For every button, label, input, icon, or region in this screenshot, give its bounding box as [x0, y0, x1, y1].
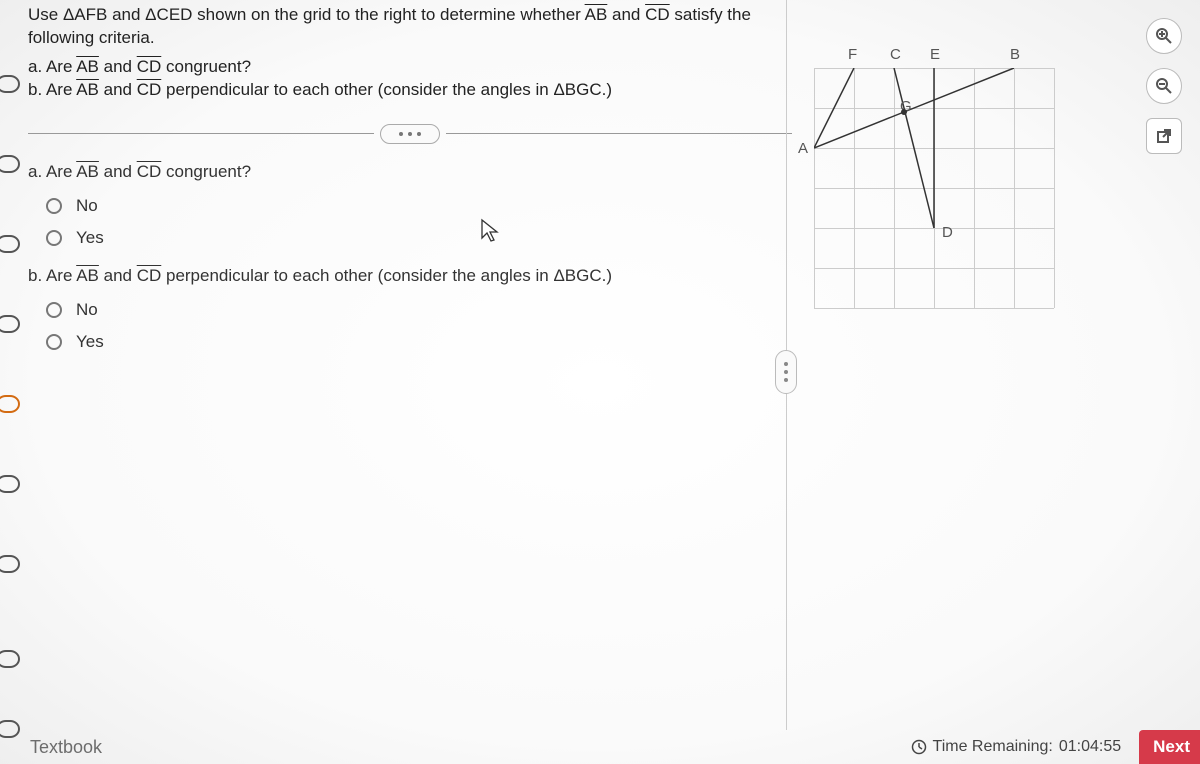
part-b-pre: b. Are [28, 80, 76, 99]
radio-icon [46, 334, 62, 350]
figure-pane: F C E B A G D [800, 0, 1200, 764]
problem-statement: Use ΔAFB and ΔCED shown on the grid to t… [28, 4, 792, 102]
question-b-option-yes[interactable]: Yes [46, 332, 792, 352]
zoom-in-icon [1155, 27, 1173, 45]
option-label: No [76, 196, 98, 216]
option-label: Yes [76, 332, 104, 352]
next-label: Next [1153, 737, 1190, 757]
radio-icon [46, 230, 62, 246]
spiral-binding [0, 0, 22, 764]
question-pane: Use ΔAFB and ΔCED shown on the grid to t… [26, 0, 800, 764]
zoom-out-button[interactable] [1146, 68, 1182, 104]
zoom-in-button[interactable] [1146, 18, 1182, 54]
point-label-d: D [942, 224, 953, 241]
point-label-e: E [930, 46, 940, 63]
question-b: b. Are AB and CD perpendicular to each o… [28, 266, 792, 352]
clock-icon [911, 739, 927, 755]
popout-icon [1156, 128, 1172, 144]
problem-and-1: and [607, 5, 645, 24]
grid-segments [814, 68, 1054, 308]
more-icon[interactable] [380, 124, 440, 144]
question-b-option-no[interactable]: No [46, 300, 792, 320]
radio-icon [46, 198, 62, 214]
problem-intro-1: Use ΔAFB and ΔCED shown on the grid to t… [28, 5, 585, 24]
textbook-link[interactable]: Textbook [30, 737, 102, 758]
cursor-icon [480, 218, 500, 244]
zoom-out-icon [1155, 77, 1173, 95]
point-label-f: F [848, 46, 857, 63]
point-label-a: A [798, 140, 808, 157]
part-b-tail: perpendicular to each other (consider th… [161, 80, 612, 99]
question-a-title: a. Are AB and CD congruent? [28, 162, 792, 182]
footer-bar: Textbook Time Remaining: 01:04:55 Next [0, 730, 1200, 764]
next-button[interactable]: Next [1139, 730, 1200, 764]
section-divider [28, 124, 792, 144]
time-value: 01:04:55 [1059, 738, 1121, 756]
question-b-title: b. Are AB and CD perpendicular to each o… [28, 266, 792, 286]
coordinate-grid: F C E B A G D [814, 68, 1054, 308]
radio-icon [46, 302, 62, 318]
point-g-dot [901, 109, 907, 115]
part-a-tail: congruent? [161, 57, 251, 76]
question-a: a. Are AB and CD congruent? No Yes [28, 162, 792, 248]
question-a-option-no[interactable]: No [46, 196, 792, 216]
segment-cd: CD [645, 5, 670, 24]
point-label-c: C [890, 46, 901, 63]
point-label-b: B [1010, 46, 1020, 63]
question-a-option-yes[interactable]: Yes [46, 228, 792, 248]
part-a-pre: a. Are [28, 57, 76, 76]
option-label: No [76, 300, 98, 320]
popout-button[interactable] [1146, 118, 1182, 154]
time-label: Time Remaining: [933, 738, 1053, 756]
segment-ab: AB [585, 5, 608, 24]
option-label: Yes [76, 228, 104, 248]
page-background: Use ΔAFB and ΔCED shown on the grid to t… [0, 0, 1200, 764]
pane-drag-handle[interactable] [775, 350, 797, 394]
time-remaining: Time Remaining: 01:04:55 [911, 738, 1122, 756]
